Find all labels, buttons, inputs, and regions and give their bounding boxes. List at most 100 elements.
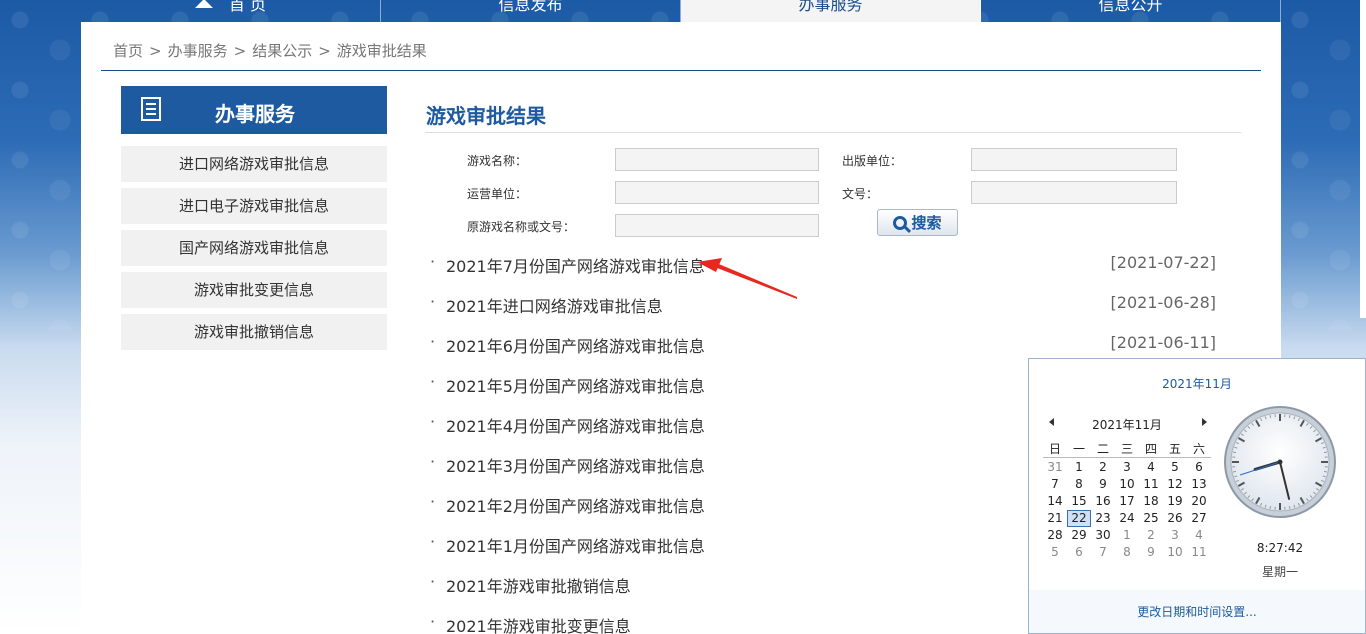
calendar-day[interactable]: 25	[1139, 510, 1163, 527]
calendar-day[interactable]: 19	[1163, 493, 1187, 510]
doc-no-label: 文号：	[842, 187, 879, 201]
calendar-day[interactable]: 12	[1163, 476, 1187, 493]
list-item-title[interactable]: 2021年3月份国产网络游戏审批信息	[446, 453, 705, 477]
list-item-title[interactable]: 2021年2月份国产网络游戏审批信息	[446, 493, 705, 517]
bullet: ·	[430, 252, 436, 271]
nav-services[interactable]: 办事服务	[681, 0, 981, 22]
nav-info-release[interactable]: 信息发布	[381, 0, 681, 22]
list-item-date: [2021-06-28]	[1110, 293, 1216, 312]
bullet: ·	[430, 452, 436, 471]
search-button[interactable]: 搜索	[877, 209, 958, 236]
home-icon	[194, 0, 213, 8]
calendar-day[interactable]: 6	[1067, 544, 1091, 561]
list-item-title[interactable]: 2021年游戏审批变更信息	[446, 613, 631, 634]
nav-info-public[interactable]: 信息公开	[981, 0, 1281, 22]
calendar-day[interactable]: 8	[1115, 544, 1139, 561]
calendar-date-link[interactable]: 2021年11月	[1029, 375, 1365, 392]
main-nav: 首 页 信息发布 办事服务 信息公开	[81, 0, 1281, 22]
calendar-day[interactable]: 26	[1163, 510, 1187, 527]
page-title: 游戏审批结果	[426, 104, 546, 128]
list-item-title[interactable]: 2021年4月份国产网络游戏审批信息	[446, 413, 705, 437]
calendar-day[interactable]: 1	[1067, 459, 1091, 476]
clock-center	[1277, 459, 1283, 465]
nav-home[interactable]: 首 页	[81, 0, 381, 22]
list-item-title[interactable]: 2021年游戏审批撤销信息	[446, 573, 631, 597]
calendar-day[interactable]: 10	[1115, 476, 1139, 493]
document-icon	[141, 97, 161, 121]
calendar-day[interactable]: 23	[1091, 510, 1115, 527]
bullet: ·	[430, 572, 436, 591]
calendar-week-row: 21 22 23 24 25 26 27	[1043, 510, 1211, 527]
operator-input[interactable]	[615, 181, 819, 204]
list-item[interactable]: · 2021年进口网络游戏审批信息 [2021-06-28]	[426, 290, 1216, 330]
calendar-day[interactable]: 24	[1115, 510, 1139, 527]
calendar-day[interactable]: 22	[1067, 510, 1091, 527]
calendar-day[interactable]: 2	[1091, 459, 1115, 476]
breadcrumb-services[interactable]: 办事服务	[168, 42, 228, 60]
clock-tick	[1323, 451, 1328, 454]
doc-no-input[interactable]	[971, 181, 1177, 204]
calendar-day[interactable]: 8	[1067, 476, 1091, 493]
calendar-day[interactable]: 3	[1163, 527, 1187, 544]
list-item-title[interactable]: 2021年7月份国产网络游戏审批信息	[446, 253, 705, 277]
change-datetime-link[interactable]: 更改日期和时间设置...	[1029, 603, 1365, 620]
title-divider	[425, 132, 1241, 133]
calendar-day[interactable]: 30	[1091, 527, 1115, 544]
calendar-day[interactable]: 20	[1187, 493, 1211, 510]
calendar-day[interactable]: 14	[1043, 493, 1067, 510]
calendar-day[interactable]: 18	[1139, 493, 1163, 510]
sidebar-item-import-online[interactable]: 进口网络游戏审批信息	[121, 146, 387, 182]
sidebar-item-domestic-online[interactable]: 国产网络游戏审批信息	[121, 230, 387, 266]
calendar-day[interactable]: 10	[1163, 544, 1187, 561]
sidebar-item-revoke[interactable]: 游戏审批撤销信息	[121, 314, 387, 350]
calendar-day[interactable]: 1	[1115, 527, 1139, 544]
search-icon	[893, 215, 908, 230]
calendar-day[interactable]: 15	[1067, 493, 1091, 510]
calendar-day[interactable]: 7	[1043, 476, 1067, 493]
calendar-day[interactable]: 17	[1115, 493, 1139, 510]
calendar-week-row: 5 6 7 8 9 10 11	[1043, 544, 1211, 561]
weekday-label: 一	[1072, 442, 1085, 456]
list-item-title[interactable]: 2021年6月份国产网络游戏审批信息	[446, 333, 705, 357]
clock-tick	[1269, 505, 1272, 510]
clock-tick	[1323, 470, 1328, 473]
orig-name-input[interactable]	[615, 214, 819, 237]
calendar-day[interactable]: 4	[1139, 459, 1163, 476]
calendar-day[interactable]: 11	[1187, 544, 1211, 561]
sidebar-item-import-electronic[interactable]: 进口电子游戏审批信息	[121, 188, 387, 224]
calendar-grid: 日一二三四五六 31 1 2 3 4 5 6 7 8 9 10 11 12 13 14 15 16 17 18 19 20…	[1043, 441, 1211, 561]
calendar-day[interactable]: 5	[1043, 544, 1067, 561]
calendar-day[interactable]: 9	[1091, 476, 1115, 493]
calendar-day[interactable]: 27	[1187, 510, 1211, 527]
sidebar-item-change[interactable]: 游戏审批变更信息	[121, 272, 387, 308]
game-name-input[interactable]	[615, 148, 819, 171]
calendar-day[interactable]: 29	[1067, 527, 1091, 544]
breadcrumb-separator: >	[233, 42, 247, 60]
calendar-week-row: 31 1 2 3 4 5 6	[1043, 459, 1211, 476]
calendar-day[interactable]: 2	[1139, 527, 1163, 544]
list-item-title[interactable]: 2021年进口网络游戏审批信息	[446, 293, 663, 317]
calendar-day[interactable]: 31	[1043, 459, 1067, 476]
calendar-day[interactable]: 28	[1043, 527, 1067, 544]
clock-time: 8:27:42	[1256, 541, 1304, 555]
calendar-day[interactable]: 16	[1091, 493, 1115, 510]
publisher-input[interactable]	[971, 148, 1177, 171]
list-item[interactable]: · 2021年7月份国产网络游戏审批信息 [2021-07-22]	[426, 250, 1216, 290]
calendar-day[interactable]: 7	[1091, 544, 1115, 561]
calendar-day[interactable]: 21	[1043, 510, 1067, 527]
bullet: ·	[430, 292, 436, 311]
calendar-day[interactable]: 9	[1139, 544, 1163, 561]
breadcrumb-home[interactable]: 首页	[113, 42, 143, 60]
calendar-day[interactable]: 11	[1139, 476, 1163, 493]
calendar-week-row: 28 29 30 1 2 3 4	[1043, 527, 1211, 544]
calendar-day[interactable]: 3	[1115, 459, 1139, 476]
next-month-icon[interactable]	[1202, 418, 1207, 426]
breadcrumb-results[interactable]: 结果公示	[252, 42, 312, 60]
list-item-title[interactable]: 2021年1月份国产网络游戏审批信息	[446, 533, 705, 557]
calendar-day[interactable]: 6	[1187, 459, 1211, 476]
calendar-day[interactable]: 4	[1187, 527, 1211, 544]
calendar-day[interactable]: 5	[1163, 459, 1187, 476]
calendar-day[interactable]: 13	[1187, 476, 1211, 493]
list-item-title[interactable]: 2021年5月份国产网络游戏审批信息	[446, 373, 705, 397]
calendar-month-label[interactable]: 2021年11月	[1047, 416, 1207, 433]
